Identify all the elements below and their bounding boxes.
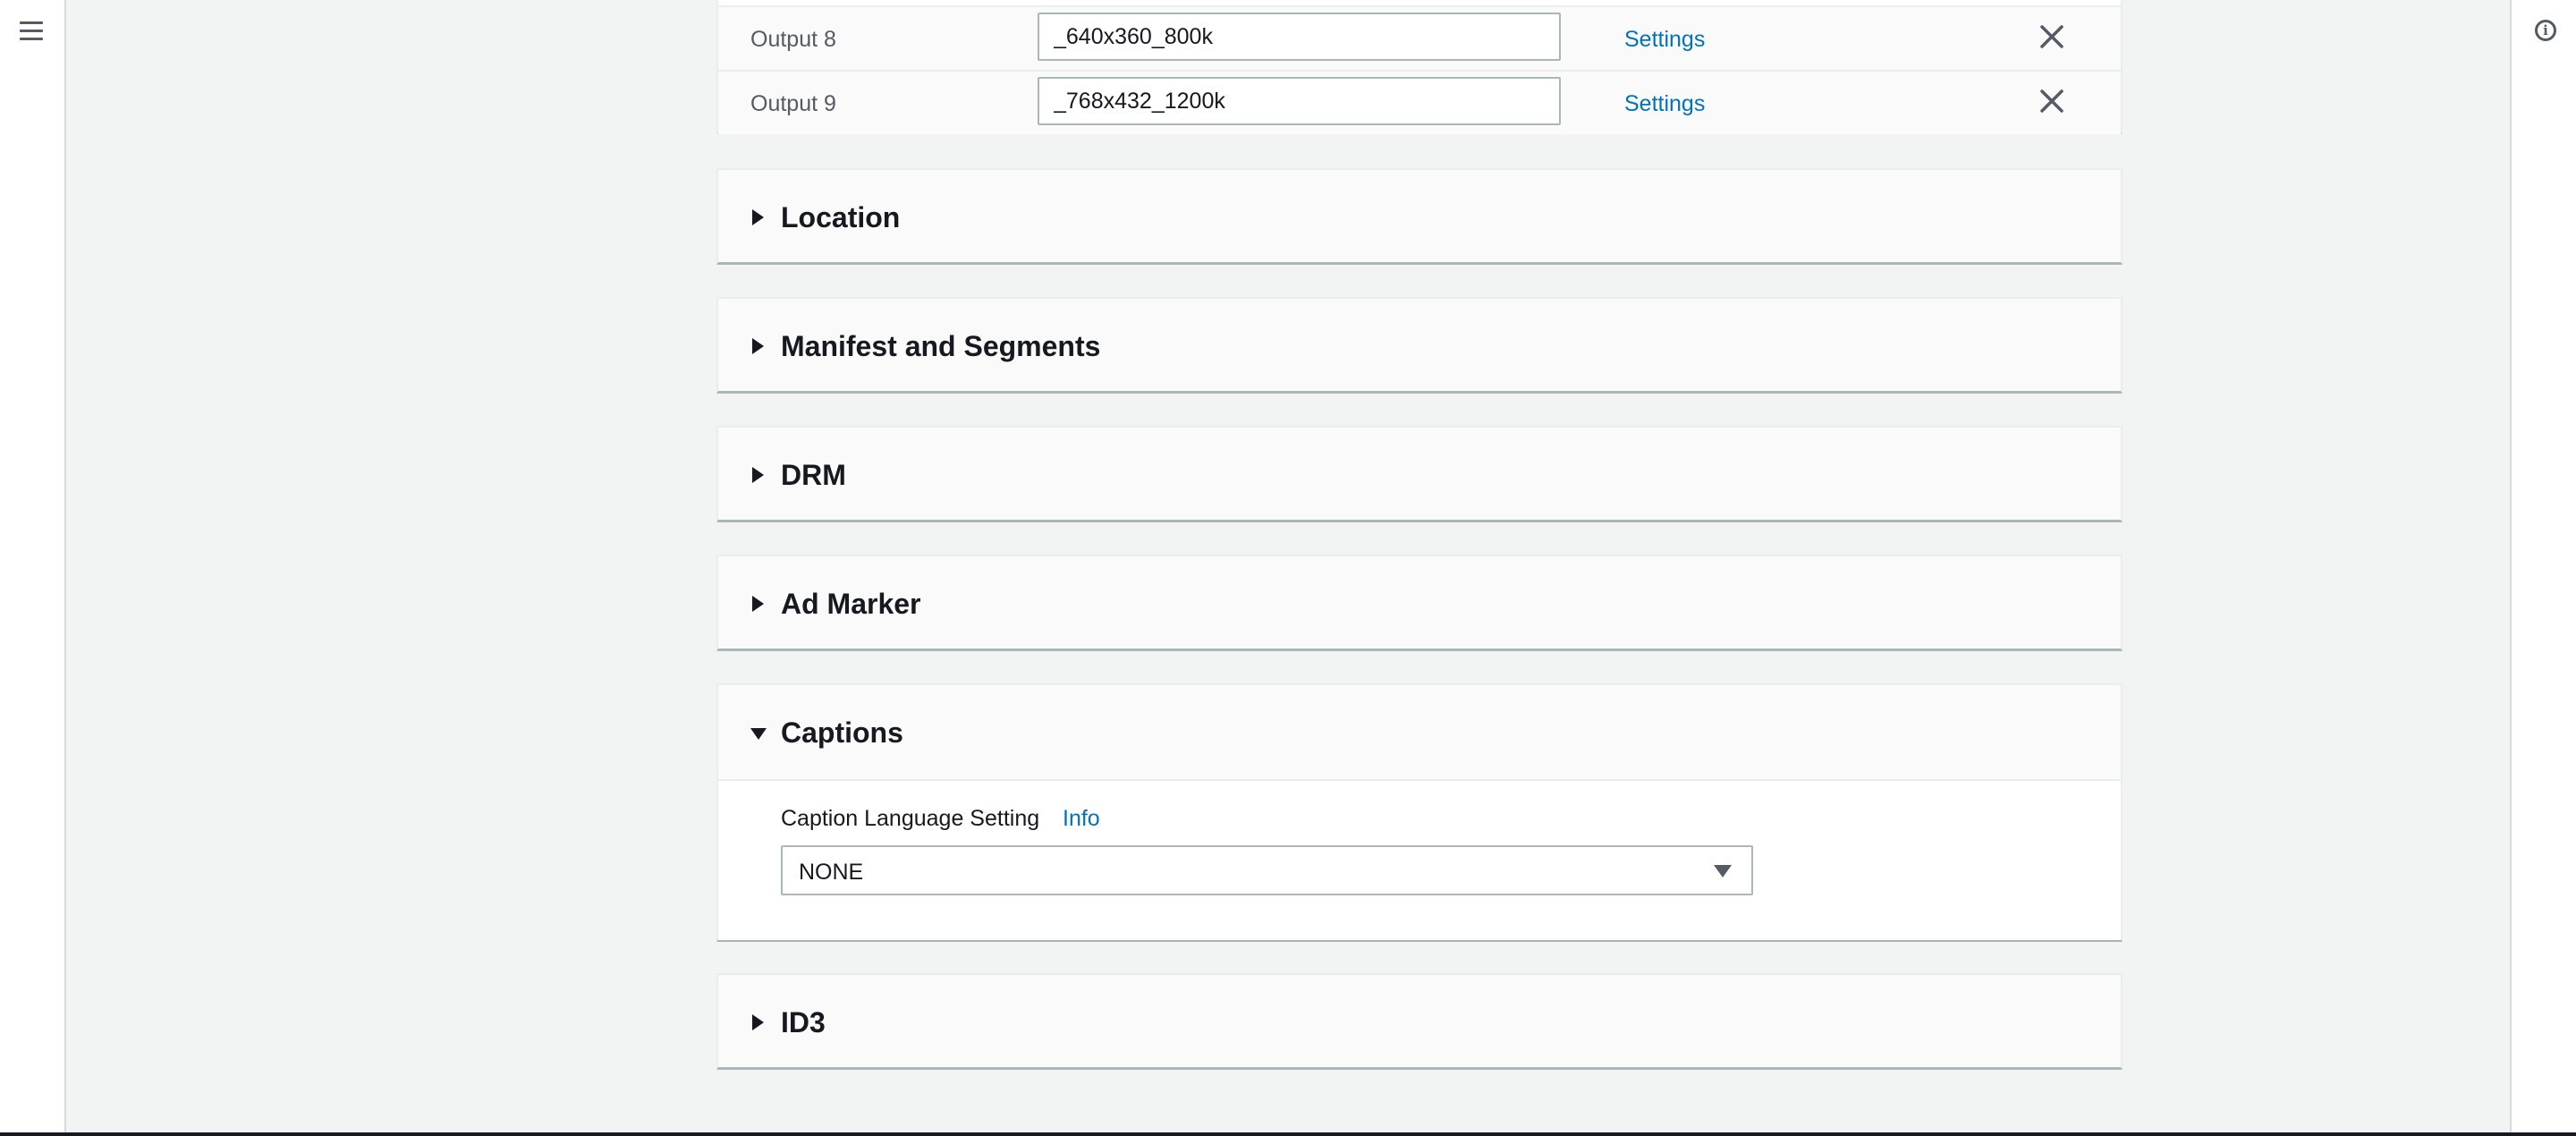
output-settings-link[interactable]: Settings	[1624, 91, 1705, 117]
section-title: Captions	[781, 716, 903, 749]
caret-down-icon	[750, 728, 767, 740]
left-navigation-rail	[0, 0, 66, 1132]
section-title: ID3	[781, 1006, 826, 1039]
captions-section-header[interactable]: Captions	[718, 685, 2121, 779]
name-modifier-input[interactable]	[1038, 13, 1561, 61]
close-icon[interactable]	[2037, 21, 2067, 52]
drm-section: DRM	[716, 426, 2123, 522]
captions-section: Captions Caption Language Setting Info N…	[716, 683, 2123, 942]
caret-right-icon	[752, 209, 764, 225]
caret-right-icon	[752, 596, 764, 612]
section-title: Location	[781, 201, 901, 233]
output-settings-link[interactable]: Settings	[1624, 27, 1705, 53]
manifest-section-header[interactable]: Manifest and Segments	[718, 299, 2121, 393]
output-row: Output 9 Settings	[718, 70, 2121, 134]
id3-section-header[interactable]: ID3	[718, 975, 2121, 1069]
output-row: Output 8 Settings	[718, 5, 2121, 70]
close-icon[interactable]	[2037, 86, 2067, 116]
section-title: DRM	[781, 459, 846, 491]
output-label: Output 8	[750, 27, 836, 52]
outputs-table: Output 8 Settings Output 9 Settings	[716, 0, 2123, 134]
caption-language-select[interactable]: NONE	[781, 845, 1753, 895]
caret-down-icon	[1714, 865, 1732, 877]
caret-right-icon	[752, 467, 764, 483]
info-link[interactable]: Info	[1063, 806, 1100, 832]
section-title: Manifest and Segments	[781, 330, 1101, 362]
section-title: Ad Marker	[781, 588, 921, 620]
info-circle-icon[interactable]: i	[2535, 20, 2556, 41]
right-tools-rail: i	[2510, 0, 2576, 1132]
output-label: Output 9	[750, 91, 836, 116]
id3-section: ID3	[716, 973, 2123, 1070]
captions-section-body: Caption Language Setting Info NONE	[718, 779, 2121, 940]
ad-marker-section-header[interactable]: Ad Marker	[718, 556, 2121, 650]
location-section-header[interactable]: Location	[718, 170, 2121, 264]
select-value: NONE	[799, 860, 864, 885]
name-modifier-input[interactable]	[1038, 77, 1561, 125]
bottom-edge	[0, 1132, 2576, 1136]
caret-right-icon	[752, 1014, 764, 1030]
caret-right-icon	[752, 338, 764, 354]
caption-language-label: Caption Language Setting	[781, 806, 1040, 831]
hamburger-menu-icon[interactable]	[20, 21, 43, 41]
manifest-and-segments-section: Manifest and Segments	[716, 297, 2123, 394]
ad-marker-section: Ad Marker	[716, 555, 2123, 651]
drm-section-header[interactable]: DRM	[718, 428, 2121, 521]
location-section: Location	[716, 168, 2123, 265]
